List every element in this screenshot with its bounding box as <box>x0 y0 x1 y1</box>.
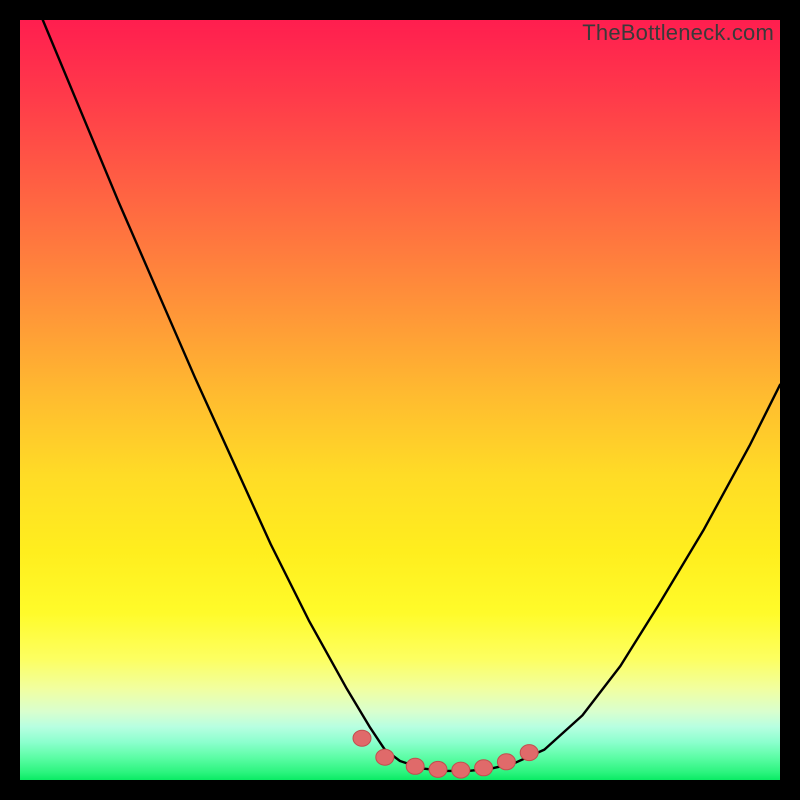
optimal-range-markers <box>353 730 538 778</box>
chart-frame: TheBottleneck.com <box>0 0 800 800</box>
bottleneck-curve <box>43 20 780 771</box>
marker-dot <box>475 760 493 776</box>
marker-dot <box>353 730 371 746</box>
marker-dot <box>497 754 515 770</box>
marker-dot <box>406 758 424 774</box>
marker-dot <box>452 762 470 778</box>
chart-svg <box>20 20 780 780</box>
chart-plot-area: TheBottleneck.com <box>20 20 780 780</box>
marker-dot <box>376 749 394 765</box>
marker-dot <box>429 761 447 777</box>
marker-dot <box>520 745 538 761</box>
